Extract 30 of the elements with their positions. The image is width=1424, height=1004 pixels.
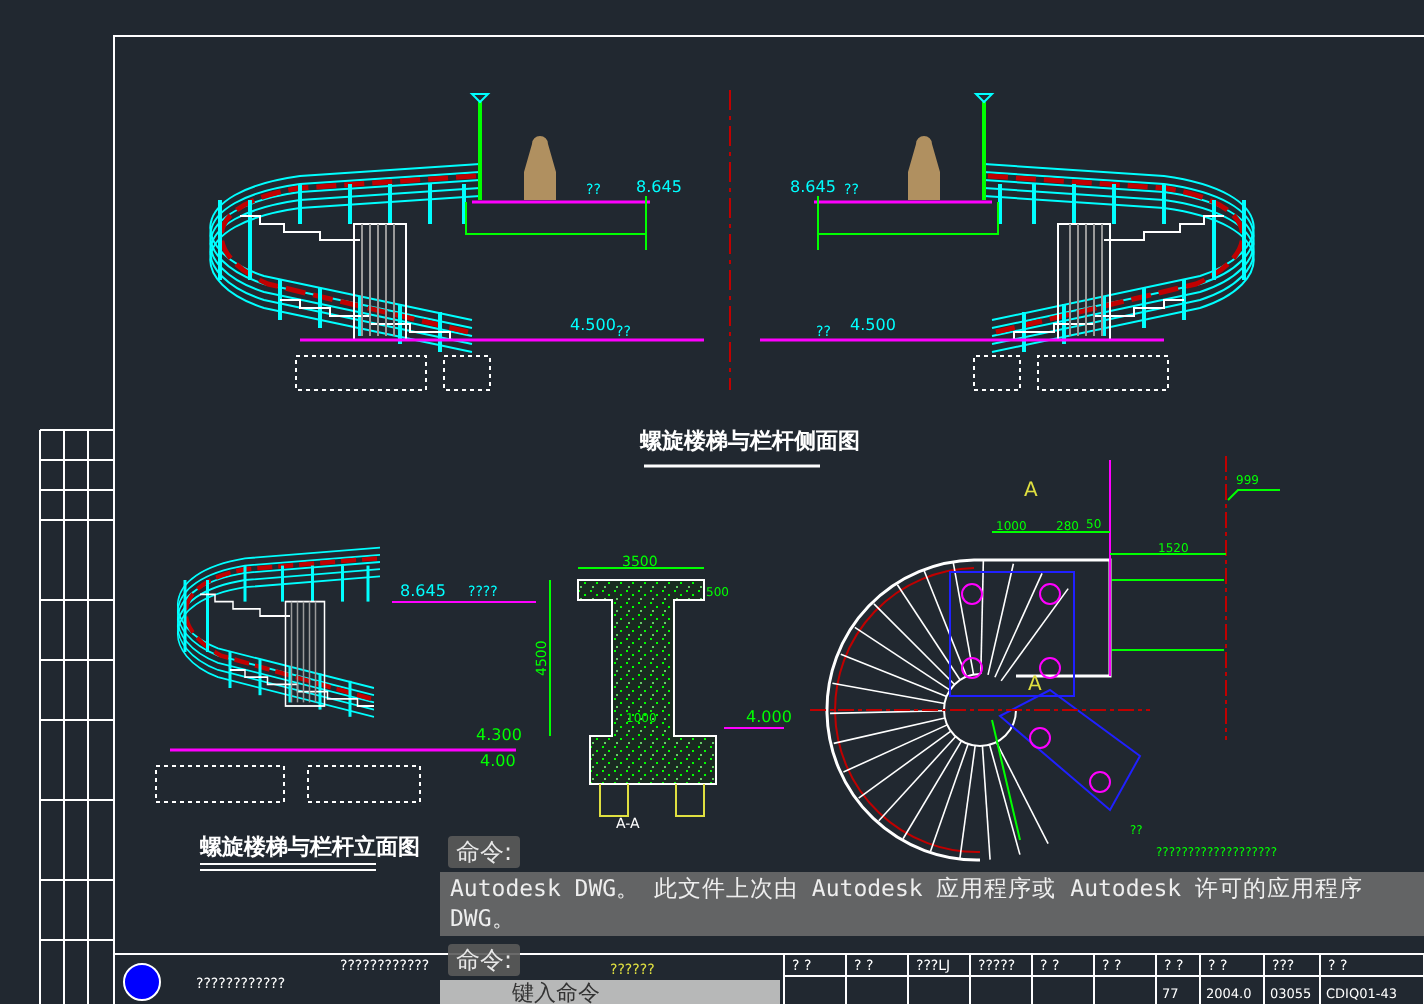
elevation-label: 8.645 bbox=[790, 178, 836, 196]
dimension-line bbox=[577, 567, 705, 569]
drawing-title: 螺旋楼梯与栏杆侧面图 bbox=[640, 428, 860, 454]
command-history-line: DWG。 bbox=[450, 904, 518, 934]
section-mark: A bbox=[1024, 480, 1038, 502]
command-prompt: 命令: bbox=[448, 944, 521, 976]
pile-drawing bbox=[599, 783, 705, 817]
elevation-label: 4.000 bbox=[746, 708, 792, 726]
dimension-line bbox=[991, 531, 1111, 533]
person-silhouette-icon bbox=[524, 136, 556, 200]
logo-icon bbox=[123, 963, 161, 1001]
elevation-label: 4.500 bbox=[570, 316, 616, 334]
lamp-post-drawing bbox=[973, 93, 995, 200]
command-history-line: Autodesk DWG。 此文件上次由 Autodesk 应用程序或 Autodesk 许可的应用程序 bbox=[450, 874, 1365, 904]
dimension-line bbox=[1109, 553, 1227, 555]
section-mark: A bbox=[1028, 674, 1042, 696]
elevation-label: 8.645 bbox=[636, 178, 682, 196]
person-silhouette-icon bbox=[908, 136, 940, 200]
elevation-label: 4.500 bbox=[850, 316, 896, 334]
elevation-label: 8.645 bbox=[400, 582, 446, 600]
command-prompt: 命令: bbox=[448, 836, 521, 868]
command-input-field[interactable]: 键入命令 bbox=[440, 980, 780, 1004]
elevation-label: 4.00 bbox=[480, 752, 516, 770]
lamp-post-drawing bbox=[469, 93, 491, 200]
leader-line bbox=[1227, 489, 1281, 501]
break-line bbox=[1111, 579, 1225, 581]
break-line bbox=[1111, 649, 1225, 651]
elevation-label: 4.300 bbox=[476, 726, 522, 744]
drawing-title: 螺旋楼梯与栏杆立面图 bbox=[200, 834, 420, 860]
ground-line bbox=[723, 727, 785, 729]
